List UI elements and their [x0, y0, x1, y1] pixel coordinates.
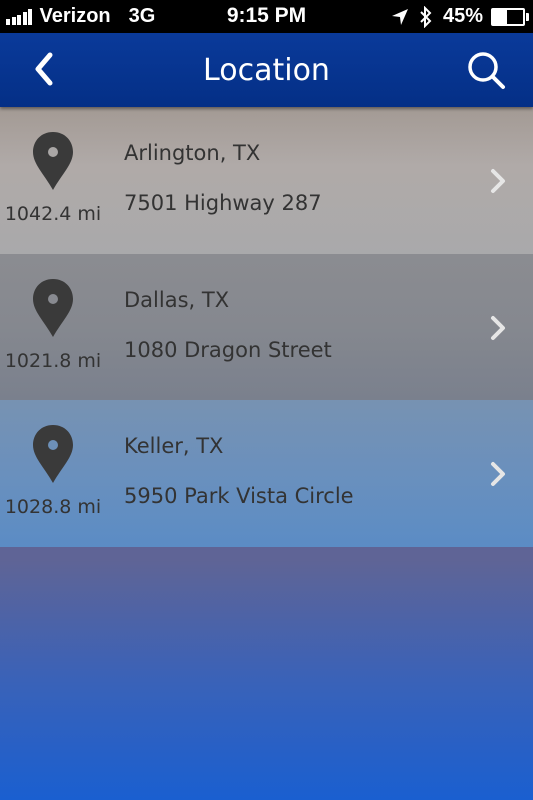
location-city: Dallas, TX [124, 287, 230, 312]
location-city: Keller, TX [124, 434, 224, 458]
chevron-right-icon [491, 315, 505, 340]
location-list: 1042.4 mi Arlington, TX 7501 Highway 287… [0, 107, 533, 547]
location-city: Arlington, TX [124, 141, 261, 165]
bluetooth-icon [420, 5, 432, 28]
location-address: 5950 Park Vista Circle [124, 484, 354, 508]
search-icon [468, 52, 505, 89]
location-distance: 1021.8 mi [4, 349, 102, 372]
chevron-right-icon [491, 462, 505, 486]
search-button[interactable] [465, 49, 509, 93]
location-item-arlington[interactable]: 1042.4 mi Arlington, TX 7501 Highway 287 [0, 107, 533, 254]
nav-bar: Location [0, 33, 533, 107]
location-address: 1080 Dragon Street [124, 337, 332, 362]
location-address: 7501 Highway 287 [124, 191, 322, 215]
location-distance: 1042.4 mi [4, 203, 102, 225]
map-pin-icon [33, 278, 73, 337]
battery-percent: 45% [442, 5, 483, 27]
location-item-dallas[interactable]: 1021.8 mi Dallas, TX 1080 Dragon Street [0, 253, 533, 400]
app-screen: Verizon 3G 9:15 PM 45% Location 1042.4 m… [0, 0, 533, 800]
map-pin-icon [33, 132, 73, 190]
page-title: Location [203, 53, 330, 88]
status-bar: Verizon 3G 9:15 PM 45% [0, 0, 533, 33]
status-right: 45% [391, 5, 529, 28]
battery-icon [491, 7, 529, 26]
location-arrow-icon [391, 8, 408, 25]
location-distance: 1028.8 mi [4, 496, 102, 518]
chevron-right-icon [491, 169, 505, 193]
location-item-keller[interactable]: 1028.8 mi Keller, TX 5950 Park Vista Cir… [0, 400, 533, 547]
map-pin-icon [33, 425, 73, 483]
battery-level-fill [493, 9, 507, 24]
